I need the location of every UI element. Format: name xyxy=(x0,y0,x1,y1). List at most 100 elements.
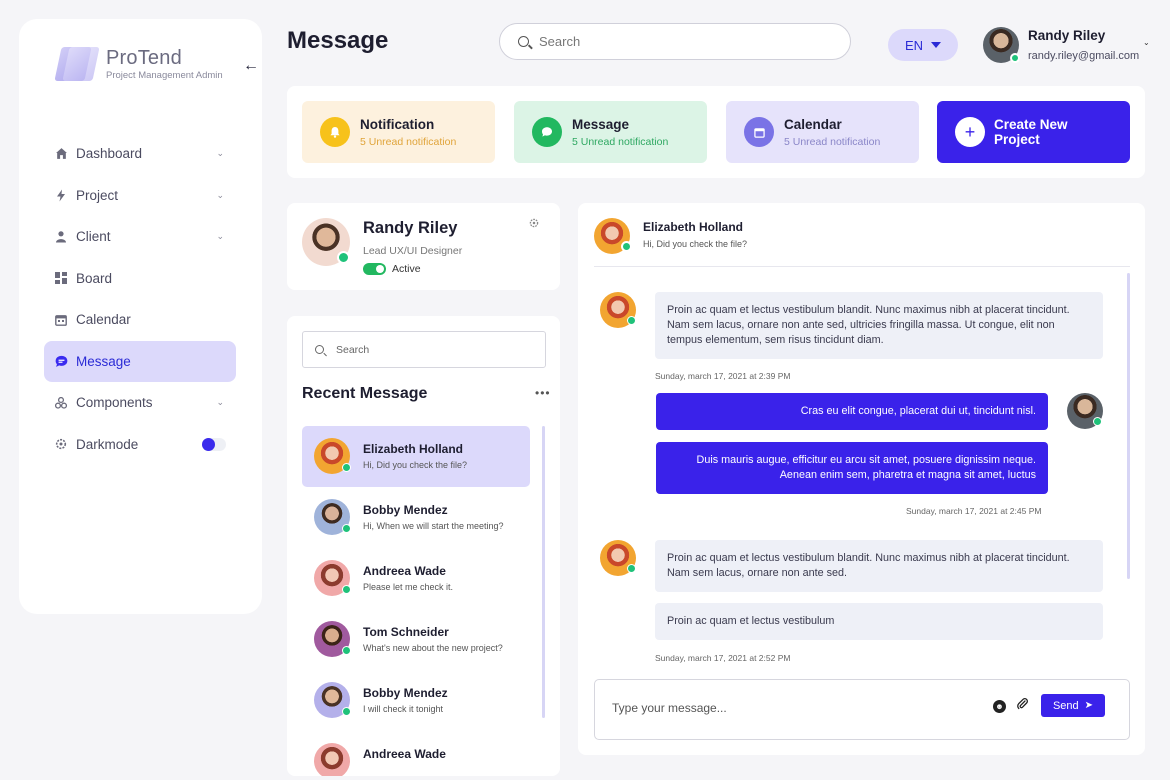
incoming-message: Proin ac quam et lectus vestibulum bland… xyxy=(655,292,1103,359)
divider xyxy=(594,266,1130,267)
arrow-left-icon[interactable]: ← xyxy=(243,57,259,75)
notification-card[interactable]: Notification 5 Unread notification xyxy=(302,101,495,163)
message-preview: Please let me check it. xyxy=(363,582,454,592)
list-item[interactable]: Elizabeth Holland Hi, Did you check the … xyxy=(302,426,530,487)
page-title: Message xyxy=(287,27,389,54)
sidebar-item-client[interactable]: Client ⌄ xyxy=(44,216,236,258)
sidebar-item-label: Darkmode xyxy=(76,436,139,452)
user-email: randy.riley@gmail.com xyxy=(1028,50,1140,62)
message-preview: I will check it tonight xyxy=(363,704,444,714)
search-icon xyxy=(315,345,324,354)
create-project-label: Create New Project xyxy=(994,117,1068,147)
chevron-down-icon[interactable]: ⌄ xyxy=(216,190,224,201)
online-status-dot xyxy=(342,463,351,472)
online-status-dot xyxy=(1093,417,1102,426)
search-icon xyxy=(518,36,529,47)
user-name: Randy Riley xyxy=(1028,28,1106,43)
sidebar-item-label: Board xyxy=(76,270,113,286)
contact-name: Bobby Mendez xyxy=(363,686,448,700)
outgoing-message: Cras eu elit congue, placerat dui ut, ti… xyxy=(656,393,1048,430)
card-title: Notification xyxy=(360,116,435,132)
list-item[interactable]: Bobby Mendez I will check it tonight xyxy=(302,670,530,731)
sidebar-item-dashboard[interactable]: Dashboard ⌄ xyxy=(44,133,236,175)
incoming-message: Proin ac quam et lectus vestibulum bland… xyxy=(655,540,1103,592)
online-status-dot xyxy=(342,646,351,655)
send-label: Send xyxy=(1052,699,1079,712)
online-status-dot xyxy=(337,251,350,264)
list-item[interactable]: Andreea Wade Please let me check it. xyxy=(302,548,530,609)
contact-name: Elizabeth Holland xyxy=(363,442,464,456)
message-preview: What's new about the new project? xyxy=(363,643,503,653)
attachment-icon[interactable] xyxy=(1017,697,1028,713)
chat-icon xyxy=(54,354,68,368)
chevron-down-icon[interactable]: ⌄ xyxy=(1143,38,1150,47)
brand-tagline: Project Management Admin xyxy=(106,69,223,81)
search-input[interactable] xyxy=(539,34,819,49)
conversation-scrollbar[interactable] xyxy=(542,426,545,718)
gear-icon[interactable] xyxy=(529,218,539,231)
user-icon xyxy=(54,230,68,244)
chevron-down-icon[interactable]: ⌄ xyxy=(216,231,224,242)
card-subtitle: 5 Unread notification xyxy=(784,135,881,148)
profile-card: Randy Riley Lead UX/UI Designer Active xyxy=(287,203,560,290)
message-timestamp: Sunday, march 17, 2021 at 2:52 PM xyxy=(655,653,791,663)
message-search-input[interactable] xyxy=(336,343,526,356)
list-item[interactable]: Tom Schneider What's new about the new p… xyxy=(302,609,530,670)
message-search[interactable] xyxy=(302,331,546,368)
chat-scrollbar[interactable] xyxy=(1127,273,1130,579)
sidebar-item-label: Components xyxy=(76,395,153,411)
sidebar-item-calendar[interactable]: Calendar xyxy=(44,299,236,341)
message-input[interactable] xyxy=(612,701,972,715)
recent-messages-heading: Recent Message xyxy=(302,385,428,402)
language-label: EN xyxy=(904,37,924,53)
chat-panel: Elizabeth Holland Hi, Did you check the … xyxy=(578,203,1145,755)
sidebar-item-label: Message xyxy=(76,353,131,369)
profile-role: Lead UX/UI Designer xyxy=(363,245,463,257)
paper-plane-icon: ➤ xyxy=(1084,700,1094,711)
global-search[interactable] xyxy=(499,23,851,60)
message-composer: ☻ Send ➤ xyxy=(594,679,1130,740)
send-button[interactable]: Send ➤ xyxy=(1041,694,1105,717)
sidebar-item-label: Calendar xyxy=(76,312,131,328)
avatar xyxy=(314,743,350,776)
plus-icon: + xyxy=(955,117,985,147)
list-item[interactable]: Bobby Mendez Hi, When we will start the … xyxy=(302,487,530,548)
list-item[interactable]: Andreea Wade xyxy=(302,731,530,776)
conversation-list: Elizabeth Holland Hi, Did you check the … xyxy=(302,426,530,776)
bell-icon xyxy=(320,117,350,147)
online-status-dot xyxy=(1010,53,1020,63)
calendar-icon xyxy=(744,117,774,147)
sidebar-item-project[interactable]: Project ⌄ xyxy=(44,175,236,217)
sidebar-item-message[interactable]: Message xyxy=(44,340,236,382)
caret-down-icon xyxy=(931,42,942,48)
recent-messages-panel: Recent Message ••• Elizabeth Holland Hi,… xyxy=(287,316,560,776)
chevron-down-icon[interactable]: ⌄ xyxy=(216,148,224,159)
message-preview: Hi, When we will start the meeting? xyxy=(363,521,504,531)
more-options-icon[interactable]: ••• xyxy=(535,386,551,400)
sidebar-item-label: Project xyxy=(76,187,119,203)
sidebar-item-components[interactable]: Components ⌄ xyxy=(44,382,236,424)
logo-mark xyxy=(54,47,100,81)
chevron-down-icon[interactable]: ⌄ xyxy=(216,397,224,408)
home-icon xyxy=(54,147,68,161)
online-status-dot xyxy=(342,524,351,533)
contact-name: Andreea Wade xyxy=(363,747,446,761)
calendar-icon xyxy=(54,313,68,327)
card-title: Calendar xyxy=(784,116,842,132)
message-card[interactable]: Message 5 Unread notification xyxy=(514,101,707,163)
sidebar-item-label: Client xyxy=(76,229,111,245)
emoji-icon[interactable]: ☻ xyxy=(993,700,1006,713)
message-timestamp: Sunday, march 17, 2021 at 2:39 PM xyxy=(655,371,791,381)
calendar-card[interactable]: Calendar 5 Unread notification xyxy=(726,101,919,163)
create-project-button[interactable]: + Create New Project xyxy=(937,101,1130,163)
online-status-dot xyxy=(627,564,636,573)
language-selector[interactable]: EN xyxy=(888,29,958,61)
logo[interactable]: ProTend Project Management Admin xyxy=(54,47,223,81)
active-toggle[interactable] xyxy=(363,263,386,275)
sidebar-item-board[interactable]: Board xyxy=(44,258,236,300)
card-title: Message xyxy=(572,116,630,132)
darkmode-toggle[interactable] xyxy=(202,437,226,451)
grid-icon xyxy=(54,271,68,285)
chat-contact-name: Elizabeth Holland xyxy=(643,220,744,234)
online-status-dot xyxy=(621,241,632,252)
